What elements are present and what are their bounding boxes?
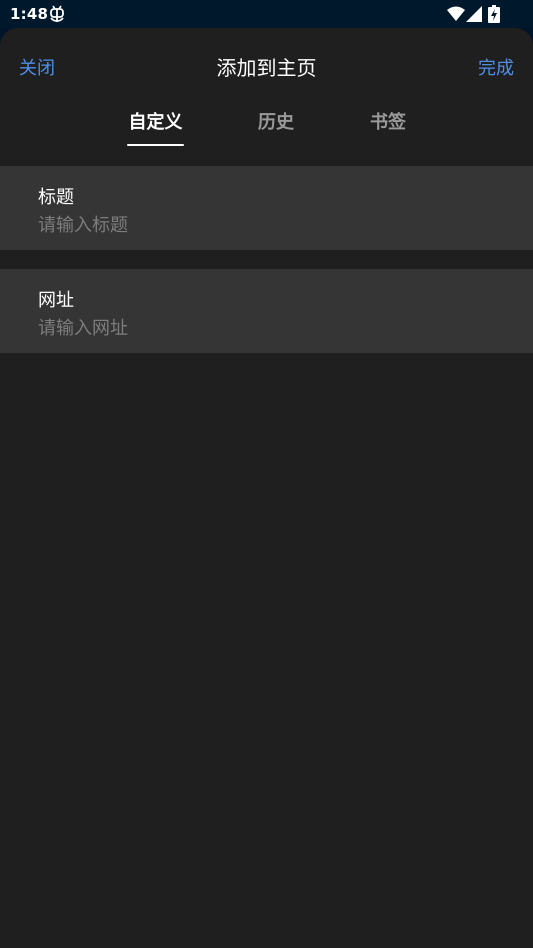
tab-custom[interactable]: 自定义: [127, 108, 184, 134]
title-input[interactable]: [38, 212, 508, 238]
battery-charging-icon: [488, 5, 500, 23]
tab-indicator: [127, 144, 184, 146]
url-field-row: 网址: [0, 269, 533, 353]
title-field-row: 标题: [0, 166, 533, 250]
status-time: 1:48: [10, 5, 49, 23]
bug-icon: [50, 5, 64, 22]
signal-icon: [466, 6, 482, 22]
title-field-label: 标题: [38, 187, 74, 208]
done-button[interactable]: 完成: [478, 54, 514, 80]
tab-bar: 自定义 历史 书签: [0, 104, 533, 150]
url-input[interactable]: [38, 315, 508, 341]
status-bar: 1:48: [0, 0, 533, 28]
top-bar: 关闭 添加到主页 完成: [0, 28, 533, 104]
tab-history[interactable]: 历史: [256, 108, 296, 134]
tab-bookmarks[interactable]: 书签: [368, 108, 408, 134]
page-title: 添加到主页: [216, 56, 317, 80]
wifi-icon: [447, 6, 465, 21]
add-to-home-sheet: 关闭 添加到主页 完成 自定义 历史 书签 标题 网址: [0, 28, 533, 948]
url-field-label: 网址: [38, 290, 74, 311]
